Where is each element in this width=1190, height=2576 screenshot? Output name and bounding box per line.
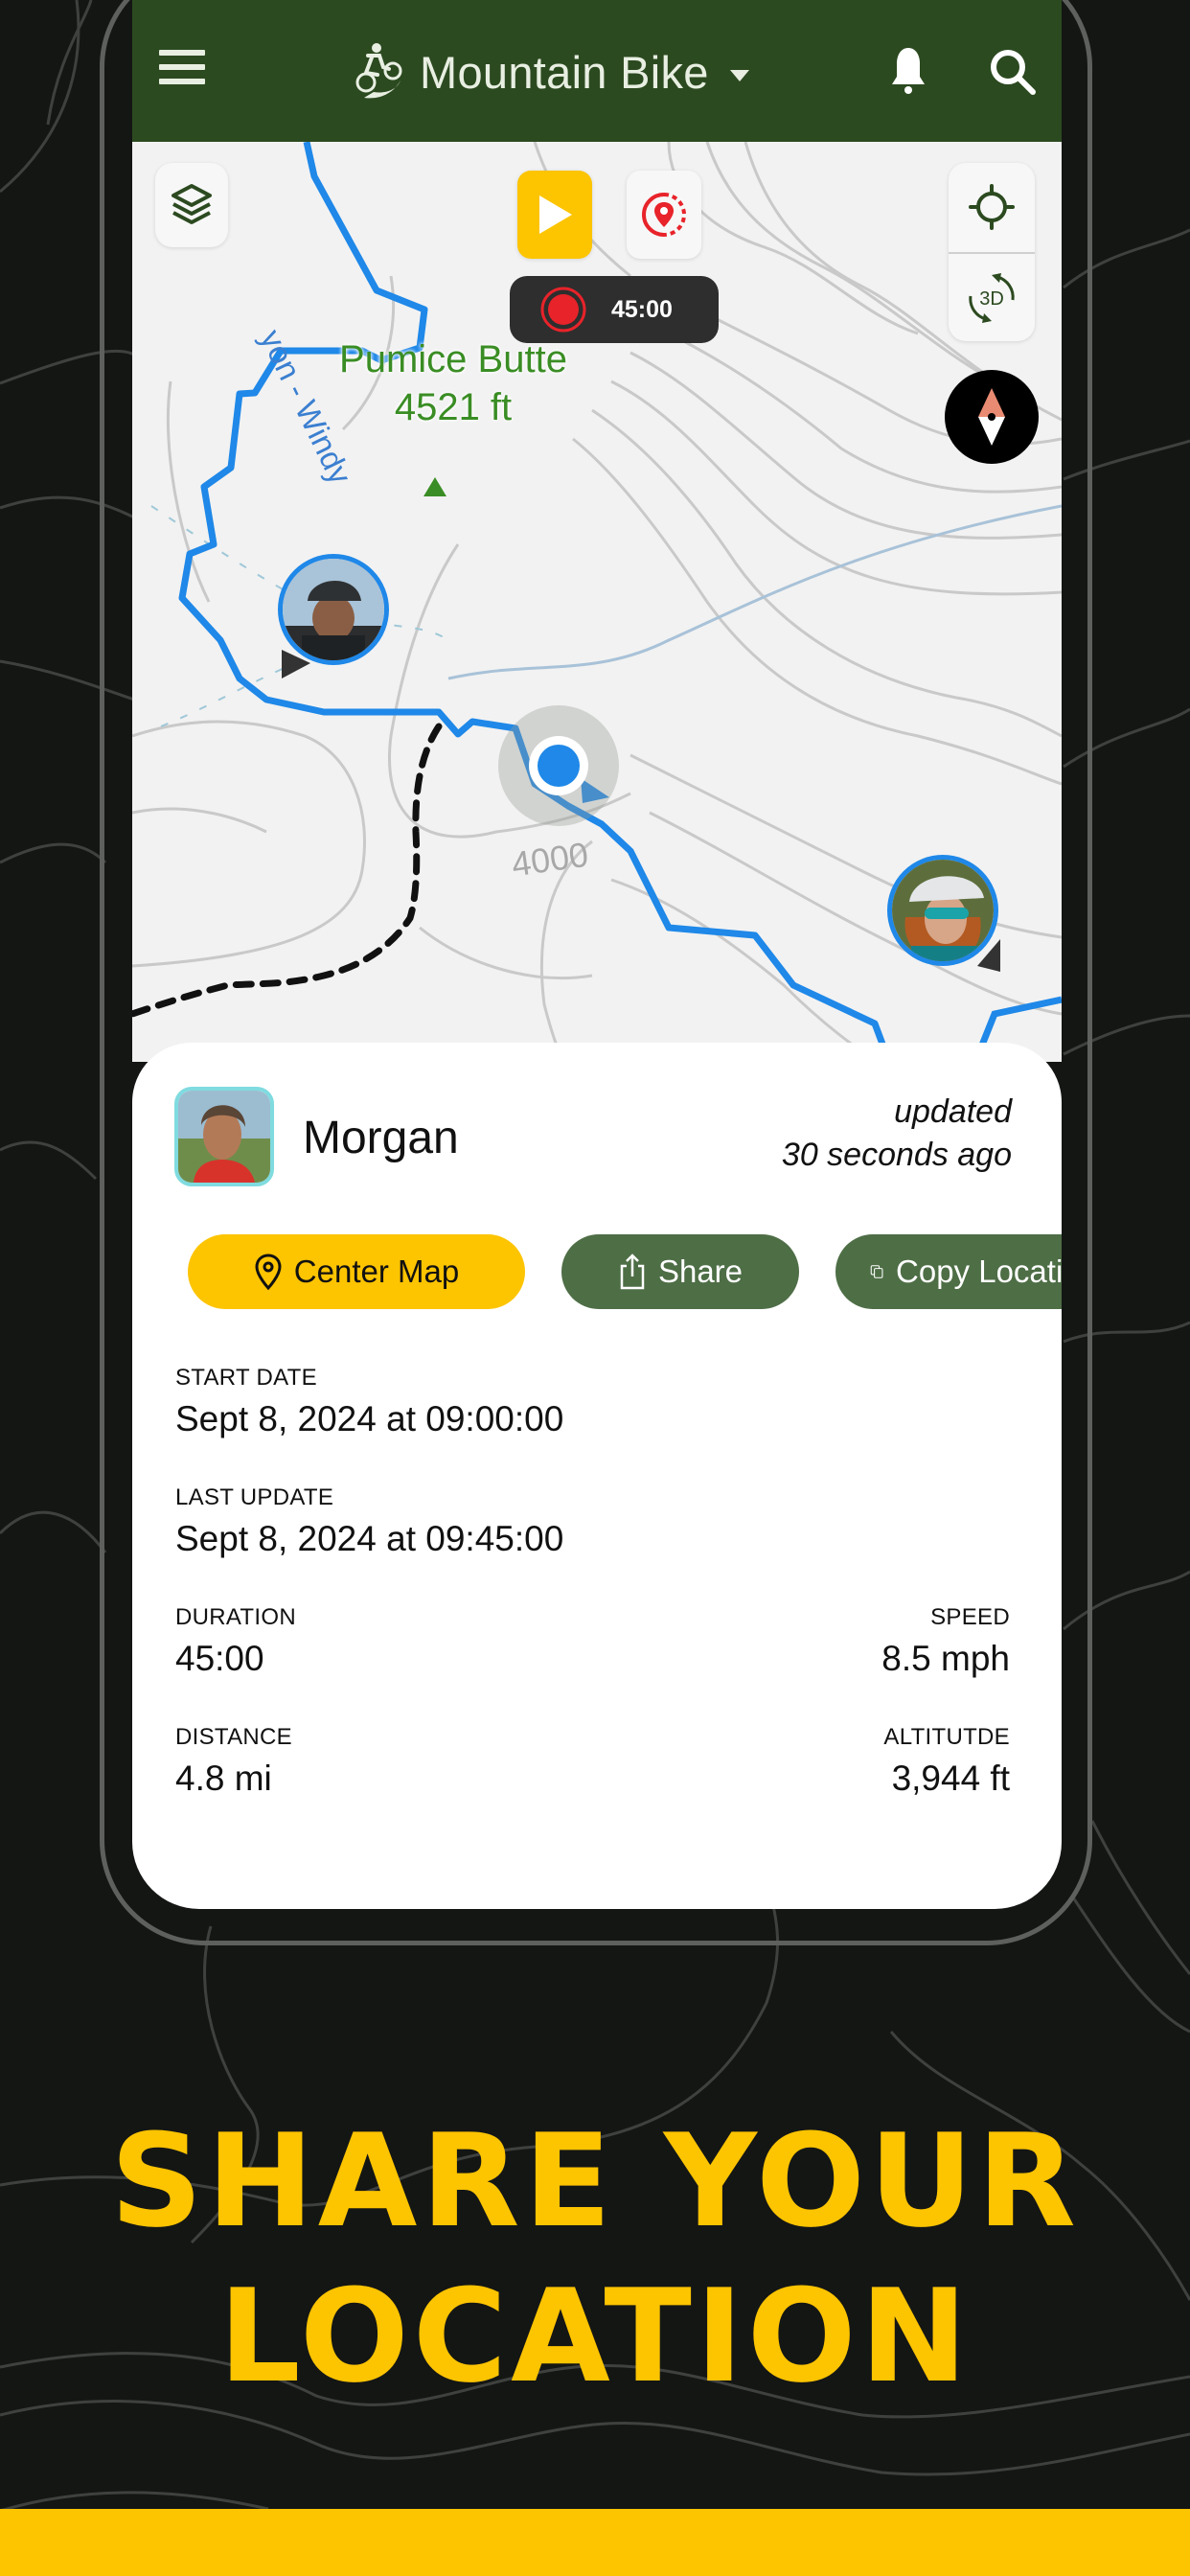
crosshair-icon bbox=[969, 184, 1015, 230]
distance-value: 4.8 mi bbox=[175, 1759, 272, 1798]
speed-label: SPEED bbox=[930, 1604, 1010, 1630]
updated-line2: 30 seconds ago bbox=[781, 1137, 1012, 1173]
app-screen: Mountain Bike yon - Windy Pumice Butte 4… bbox=[132, 0, 1062, 1909]
user-name: Morgan bbox=[303, 1113, 459, 1163]
3d-rotate-icon: 3D bbox=[969, 272, 1015, 323]
distance-label: DISTANCE bbox=[175, 1724, 292, 1750]
duration-value: 45:00 bbox=[175, 1639, 264, 1678]
peak-triangle-icon bbox=[423, 477, 446, 496]
center-map-button[interactable]: Center Map bbox=[188, 1234, 525, 1309]
recording-timer: 45:00 bbox=[611, 295, 673, 323]
bell-icon bbox=[892, 48, 925, 94]
current-location-dot bbox=[529, 736, 588, 795]
center-map-label: Center Map bbox=[293, 1254, 460, 1289]
copy-location-label: Copy Location bbox=[896, 1254, 1062, 1289]
promo-headline: SHARE YOUR LOCATION bbox=[0, 2104, 1190, 2414]
menu-icon-bar bbox=[159, 79, 205, 84]
friend-avatar-photo bbox=[283, 559, 384, 660]
speed-value: 8.5 mph bbox=[881, 1639, 1010, 1678]
last-update-value: Sept 8, 2024 at 09:45:00 bbox=[175, 1519, 564, 1558]
map-pin-outline-icon bbox=[255, 1254, 282, 1291]
duration-label: DURATION bbox=[175, 1604, 296, 1630]
updated-line1: updated bbox=[894, 1093, 1012, 1130]
friend-marker[interactable] bbox=[278, 554, 389, 665]
start-date-label: START DATE bbox=[175, 1365, 317, 1391]
share-button[interactable]: Share bbox=[561, 1234, 799, 1309]
mountain-biker-icon bbox=[355, 43, 402, 99]
activity-selector[interactable]: Mountain Bike bbox=[355, 38, 749, 105]
last-updated-text: updated 30 seconds ago bbox=[782, 1091, 1012, 1177]
start-date-value: Sept 8, 2024 at 09:00:00 bbox=[175, 1399, 564, 1438]
recording-status[interactable]: 45:00 bbox=[510, 276, 719, 343]
copy-location-button[interactable]: Copy Location bbox=[835, 1234, 1062, 1309]
share-label: Share bbox=[657, 1254, 744, 1289]
friend-marker[interactable] bbox=[887, 855, 998, 966]
copy-icon bbox=[870, 1265, 883, 1278]
peak-elevation: 4521 ft bbox=[394, 386, 513, 428]
app-header: Mountain Bike bbox=[132, 0, 1062, 142]
3d-label: 3D bbox=[979, 288, 1004, 310]
headline-line1: SHARE YOUR bbox=[110, 2106, 1080, 2256]
last-update-label: LAST UPDATE bbox=[175, 1484, 334, 1510]
altitude-value: 3,944 ft bbox=[891, 1759, 1010, 1798]
layers-icon bbox=[172, 184, 212, 224]
record-icon bbox=[540, 287, 586, 333]
compass-icon bbox=[978, 388, 1005, 446]
user-avatar bbox=[174, 1087, 274, 1186]
action-buttons: Center Map Share Copy Location bbox=[188, 1234, 1062, 1309]
unofficial-trail bbox=[132, 723, 443, 1018]
poi-button[interactable] bbox=[627, 171, 701, 259]
menu-icon-bar bbox=[159, 64, 205, 70]
3d-view-button[interactable]: 3D bbox=[949, 254, 1035, 341]
contour-line bbox=[610, 878, 881, 1062]
share-icon bbox=[620, 1254, 645, 1290]
friend-detail-sheet: Morgan updated 30 seconds ago Center Map… bbox=[132, 1043, 1062, 1909]
locate-me-button[interactable] bbox=[949, 163, 1035, 251]
caret-down-icon bbox=[729, 70, 749, 81]
contour-line bbox=[419, 926, 593, 979]
notifications-button[interactable] bbox=[880, 42, 937, 100]
map-view[interactable]: yon - Windy Pumice Butte 4521 ft 4000 45… bbox=[132, 142, 1062, 1062]
user-avatar-photo bbox=[178, 1091, 270, 1183]
search-icon bbox=[991, 50, 1036, 95]
contour-line bbox=[132, 807, 267, 834]
headline-line2: LOCATION bbox=[218, 2262, 972, 2411]
play-icon bbox=[539, 196, 572, 234]
peak-label: Pumice Butte 4521 ft bbox=[314, 335, 592, 431]
activity-title: Mountain Bike bbox=[420, 46, 709, 98]
menu-icon-bar bbox=[159, 50, 205, 56]
search-button[interactable] bbox=[985, 44, 1042, 102]
map-pin-icon bbox=[642, 193, 686, 237]
friend-avatar-photo bbox=[892, 860, 994, 961]
start-tracking-button[interactable] bbox=[517, 171, 592, 259]
menu-button[interactable] bbox=[159, 50, 205, 92]
altitude-label: ALTITUTDE bbox=[883, 1724, 1010, 1750]
compass-button[interactable] bbox=[945, 370, 1039, 464]
contour-line bbox=[649, 811, 1062, 1016]
contour-line bbox=[132, 720, 366, 968]
bottom-accent-bar bbox=[0, 2509, 1190, 2576]
layers-button[interactable] bbox=[155, 163, 228, 247]
map-controls-stack: 3D bbox=[949, 163, 1035, 341]
